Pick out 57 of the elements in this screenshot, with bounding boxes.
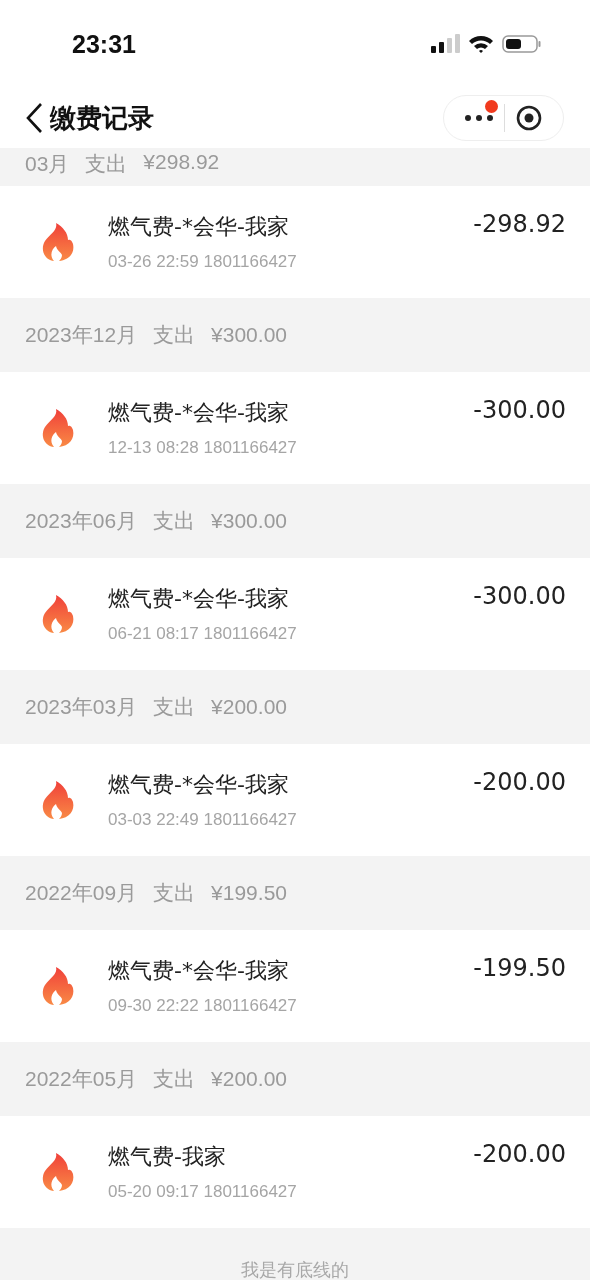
expense-label: 支出 [85, 151, 128, 177]
month-label: 2022年09月 [25, 880, 138, 906]
record-title: 燃气费-*会华-我家 [108, 399, 290, 427]
payment-record[interactable]: 燃气费-*会华-我家 12-13 08:28 1801166427 -300.00 [0, 372, 590, 484]
expense-label: 支出 [153, 880, 196, 906]
signal-icon [430, 34, 460, 54]
record-time: 05-20 09:17 1801166427 [108, 1182, 298, 1202]
flame-icon [40, 594, 76, 634]
expense-label: 支出 [153, 1066, 196, 1092]
flame-icon [40, 780, 76, 820]
expense-total: ¥300.00 [211, 509, 287, 533]
status-time: 23:31 [72, 29, 136, 59]
record-time: 09-30 22:22 1801166427 [108, 996, 298, 1016]
record-amount: -200.00 [473, 1140, 566, 1168]
record-title: 燃气费-*会华-我家 [108, 957, 290, 985]
flame-icon [40, 966, 76, 1006]
more-icon [464, 114, 494, 122]
record-amount: -298.92 [473, 210, 566, 238]
flame-icon [40, 222, 76, 262]
month-label: 2023年12月 [25, 322, 138, 348]
expense-label: 支出 [153, 322, 196, 348]
expense-label: 支出 [153, 694, 196, 720]
payment-record[interactable]: 燃气费-我家 05-20 09:17 1801166427 -200.00 [0, 1116, 590, 1228]
payment-record[interactable]: 燃气费-*会华-我家 09-30 22:22 1801166427 -199.50 [0, 930, 590, 1042]
payment-record[interactable]: 燃气费-*会华-我家 03-26 22:59 1801166427 -298.92 [0, 186, 590, 298]
record-title: 燃气费-我家 [108, 1143, 227, 1171]
record-amount: -300.00 [473, 582, 566, 610]
record-amount: -200.00 [473, 768, 566, 796]
record-amount: -199.50 [473, 954, 566, 982]
payment-record[interactable]: 燃气费-*会华-我家 03-03 22:49 1801166427 -200.00 [0, 744, 590, 856]
payment-record[interactable]: 燃气费-*会华-我家 06-21 08:17 1801166427 -300.00 [0, 558, 590, 670]
record-time: 03-26 22:59 1801166427 [108, 252, 298, 272]
flame-icon [40, 1152, 76, 1192]
month-label: 03月 [25, 151, 70, 177]
wifi-icon [468, 34, 494, 54]
flame-icon [40, 408, 76, 448]
page-title: 缴费记录 [50, 101, 155, 135]
month-label: 2023年06月 [25, 508, 138, 534]
expense-total: ¥300.00 [211, 323, 287, 347]
record-title: 燃气费-*会华-我家 [108, 771, 290, 799]
target-icon [515, 104, 543, 132]
end-of-list-text: 我是有底线的 [241, 1258, 349, 1280]
record-amount: -300.00 [473, 396, 566, 424]
back-icon[interactable] [24, 102, 44, 134]
record-time: 12-13 08:28 1801166427 [108, 438, 298, 458]
expense-total: ¥199.50 [211, 881, 287, 905]
record-title: 燃气费-*会华-我家 [108, 213, 290, 241]
expense-total: ¥200.00 [211, 695, 287, 719]
record-title: 燃气费-*会华-我家 [108, 585, 290, 613]
record-time: 03-03 22:49 1801166427 [108, 810, 298, 830]
expense-label: 支出 [153, 508, 196, 534]
month-label: 2023年03月 [25, 694, 138, 720]
expense-total: ¥200.00 [211, 1067, 287, 1091]
expense-total: ¥298.92 [143, 150, 220, 174]
month-label: 2022年05月 [25, 1066, 138, 1092]
record-time: 06-21 08:17 1801166427 [108, 624, 298, 644]
battery-icon [502, 34, 542, 54]
